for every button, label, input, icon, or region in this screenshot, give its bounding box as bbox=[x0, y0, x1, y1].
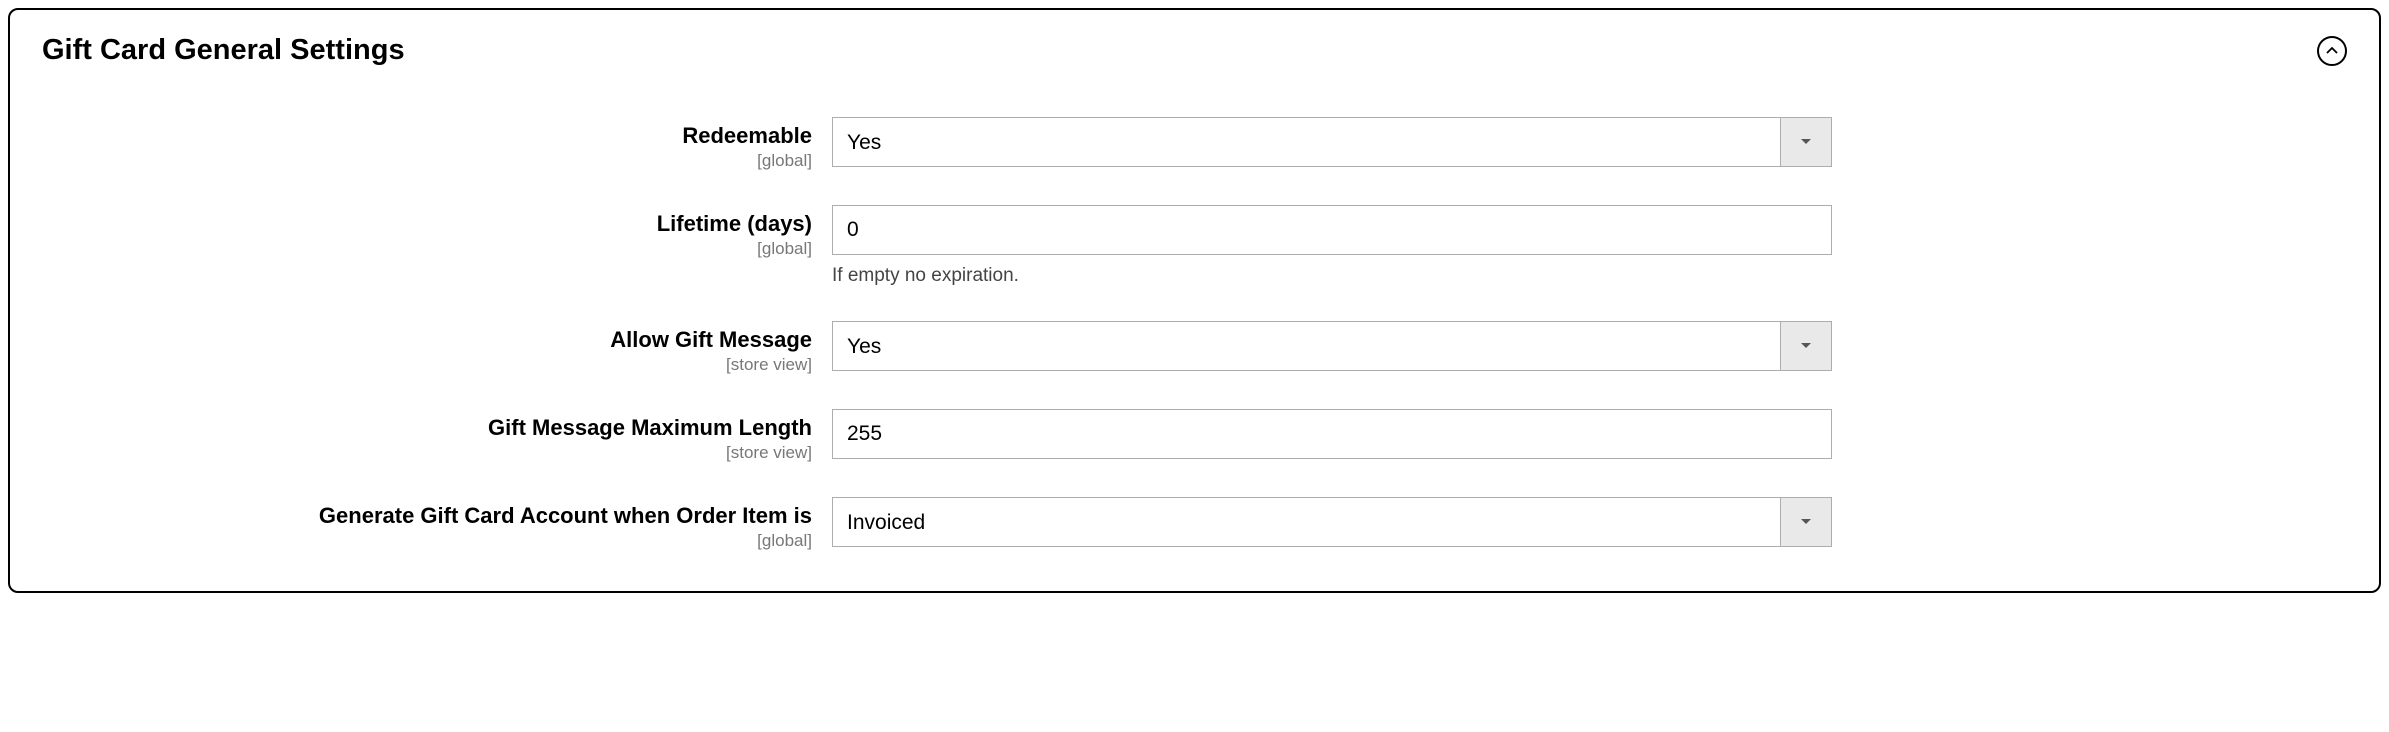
lifetime-input[interactable] bbox=[832, 205, 1832, 255]
field-scope: [global] bbox=[42, 531, 812, 551]
label-col: Lifetime (days) [global] bbox=[42, 205, 832, 259]
gift-card-settings-panel: Gift Card General Settings Redeemable [g… bbox=[8, 8, 2381, 593]
field-label: Allow Gift Message bbox=[42, 327, 812, 353]
field-label: Lifetime (days) bbox=[42, 211, 812, 237]
field-label: Generate Gift Card Account when Order It… bbox=[42, 503, 812, 529]
row-lifetime: Lifetime (days) [global] If empty no exp… bbox=[42, 205, 2347, 287]
field-hint: If empty no expiration. bbox=[832, 265, 1832, 287]
select-wrap: Yes bbox=[832, 321, 1832, 371]
row-redeemable: Redeemable [global] Yes bbox=[42, 117, 2347, 171]
panel-header: Gift Card General Settings bbox=[42, 34, 2347, 67]
chevron-up-icon bbox=[2326, 47, 2338, 55]
select-wrap: Yes bbox=[832, 117, 1832, 167]
collapse-toggle-button[interactable] bbox=[2317, 36, 2347, 66]
control-col: If empty no expiration. bbox=[832, 205, 1832, 287]
row-generate-account-when: Generate Gift Card Account when Order It… bbox=[42, 497, 2347, 551]
generate-account-when-select[interactable]: Invoiced bbox=[832, 497, 1832, 547]
field-scope: [global] bbox=[42, 151, 812, 171]
select-wrap: Invoiced bbox=[832, 497, 1832, 547]
redeemable-select[interactable]: Yes bbox=[832, 117, 1832, 167]
label-col: Allow Gift Message [store view] bbox=[42, 321, 832, 375]
form-rows: Redeemable [global] Yes Lifetime (days) … bbox=[42, 117, 2347, 551]
control-col bbox=[832, 409, 1832, 459]
row-gift-message-max-length: Gift Message Maximum Length [store view] bbox=[42, 409, 2347, 463]
field-scope: [store view] bbox=[42, 355, 812, 375]
row-allow-gift-message: Allow Gift Message [store view] Yes bbox=[42, 321, 2347, 375]
field-scope: [store view] bbox=[42, 443, 812, 463]
label-col: Gift Message Maximum Length [store view] bbox=[42, 409, 832, 463]
control-col: Yes bbox=[832, 321, 1832, 371]
allow-gift-message-select[interactable]: Yes bbox=[832, 321, 1832, 371]
label-col: Redeemable [global] bbox=[42, 117, 832, 171]
gift-message-max-length-input[interactable] bbox=[832, 409, 1832, 459]
field-label: Gift Message Maximum Length bbox=[42, 415, 812, 441]
label-col: Generate Gift Card Account when Order It… bbox=[42, 497, 832, 551]
field-label: Redeemable bbox=[42, 123, 812, 149]
control-col: Invoiced bbox=[832, 497, 1832, 547]
control-col: Yes bbox=[832, 117, 1832, 167]
panel-title: Gift Card General Settings bbox=[42, 34, 405, 67]
field-scope: [global] bbox=[42, 239, 812, 259]
